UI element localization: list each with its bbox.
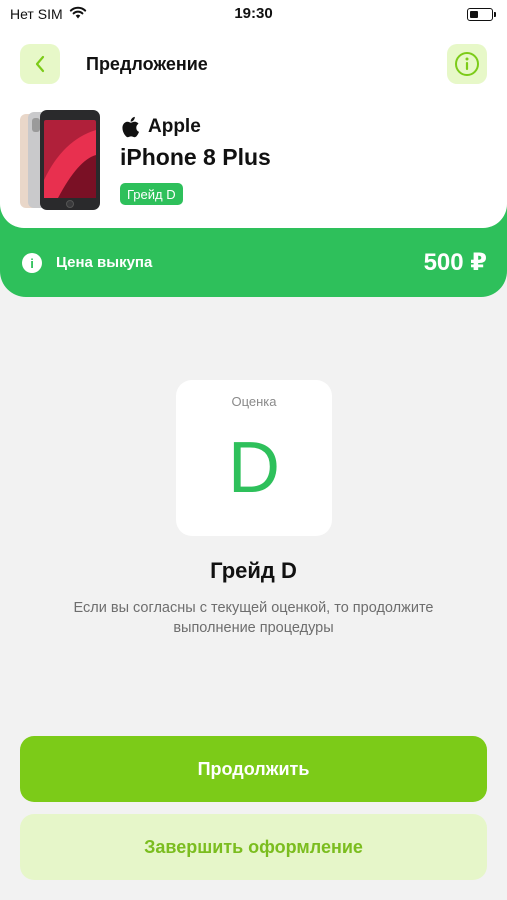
grade-title: Грейд D xyxy=(210,558,297,583)
grade-card: Оценка D xyxy=(176,380,332,536)
info-icon xyxy=(455,52,479,76)
status-time: 19:30 xyxy=(234,5,273,22)
back-button[interactable] xyxy=(20,44,60,84)
price-value: 500 ₽ xyxy=(423,249,487,276)
page-title: Предложение xyxy=(86,54,208,74)
grade-badge: Грейд D xyxy=(120,183,183,205)
price-label: Цена выкупа xyxy=(56,254,153,271)
model-name: iPhone 8 Plus xyxy=(120,144,271,170)
info-button[interactable] xyxy=(447,44,487,84)
price-row: i Цена выкупа 500 ₽ xyxy=(0,248,507,280)
finish-button[interactable]: Завершить оформление xyxy=(20,814,487,880)
battery-level xyxy=(470,11,478,18)
grade-description: Если вы согласны с текущей оценкой, то п… xyxy=(73,600,434,636)
price-info-icon[interactable]: i xyxy=(22,253,42,273)
header-card: Предложение Apple iPhone 8 Plus Грейд D xyxy=(0,30,507,228)
status-bar: Нет SIM 19:30 xyxy=(0,0,507,30)
chevron-left-icon xyxy=(35,55,45,73)
continue-button[interactable]: Продолжить xyxy=(20,736,487,802)
apple-logo-icon xyxy=(122,116,139,138)
grade-card-label: Оценка xyxy=(231,394,277,409)
grade-letter: D xyxy=(228,428,280,508)
product-image xyxy=(20,110,100,210)
brand-row: Apple xyxy=(120,116,201,138)
brand-name: Apple xyxy=(148,116,201,137)
battery-icon xyxy=(467,8,496,21)
